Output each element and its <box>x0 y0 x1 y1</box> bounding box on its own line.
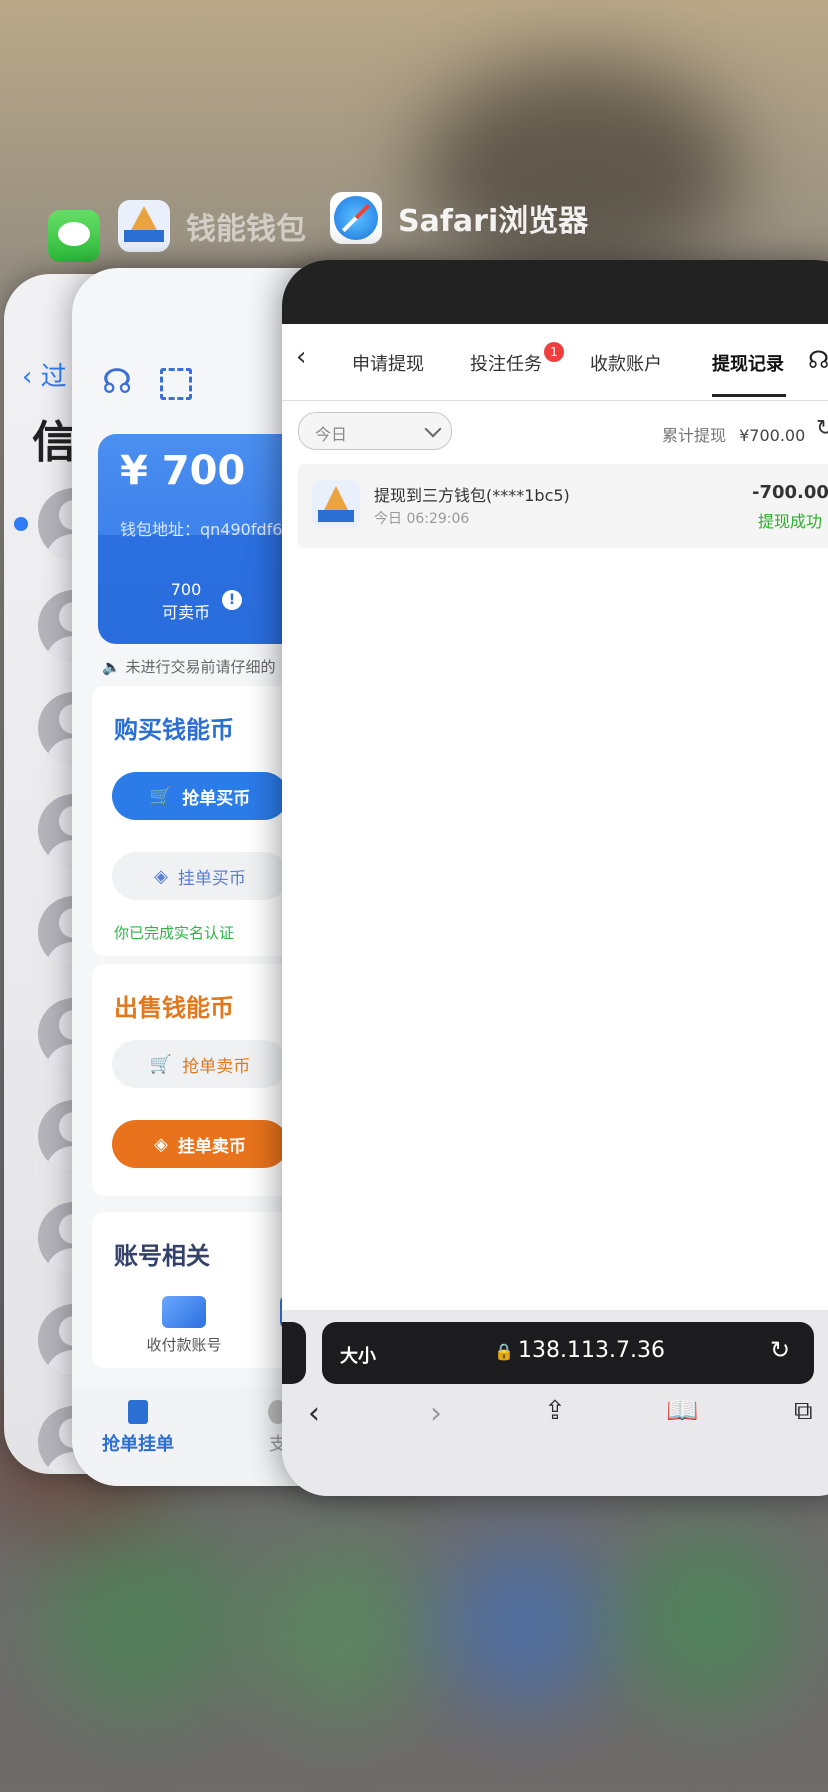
record-amount: -700.00 <box>752 482 828 503</box>
previous-tab-preview[interactable] <box>282 1322 306 1384</box>
unread-dot <box>14 517 28 531</box>
task-badge: 1 <box>544 342 564 362</box>
record-status: 提现成功 <box>758 512 823 531</box>
cart-icon: 🛒 <box>149 1053 173 1075</box>
tabs-icon[interactable]: ⧉ <box>794 1396 813 1427</box>
record-time: 今日 06:29:06 <box>374 511 470 527</box>
notice-text: 未进行交易前请仔细的 <box>125 658 276 676</box>
info-icon[interactable]: ! <box>222 590 242 610</box>
messages-back-button[interactable]: ‹ 过 <box>22 356 67 393</box>
total-withdraw: 累计提现 ¥700.00 <box>662 422 805 446</box>
balance-amount: ¥ 700 <box>120 448 246 494</box>
coin-icon: ◈ <box>154 1133 168 1155</box>
url-text: 138.113.7.36 <box>518 1338 665 1363</box>
tab-apply-withdraw[interactable]: 申请提现 <box>352 350 424 376</box>
grab-sell-label: 抢单卖币 <box>182 1056 251 1077</box>
withdraw-record-row[interactable]: 提现到三方钱包(****1bc5) 今日 06:29:06 -700.00 提现… <box>298 464 828 548</box>
wallet-app-name: 钱能钱包 <box>186 212 306 247</box>
wallet-app-label[interactable]: 钱能钱包 <box>118 200 306 252</box>
headset-icon[interactable]: ☊ <box>808 346 828 374</box>
reload-icon[interactable]: ↻ <box>770 1336 790 1364</box>
speaker-icon: 🔈 <box>102 658 121 676</box>
back-label: 过 <box>40 362 67 392</box>
page-back-button[interactable]: ‹ <box>296 342 306 372</box>
wallpaper-blob <box>420 60 740 280</box>
text-size-button[interactable]: 大小 <box>340 1342 376 1368</box>
sellable-amount: 700 <box>170 580 202 599</box>
chevron-left-icon: ‹ <box>22 362 33 392</box>
total-value: ¥700.00 <box>739 426 806 445</box>
wallpaper-blob <box>40 1520 240 1720</box>
safari-app-label[interactable]: Safari浏览器 <box>330 192 588 244</box>
nav-grab-post-label: 抢单挂单 <box>102 1434 174 1455</box>
customer-service-icon[interactable]: ☊ <box>102 362 132 402</box>
post-buy-button[interactable]: ◈ 挂单买币 <box>112 852 288 900</box>
nav-grab-post[interactable]: 抢单挂单 <box>102 1400 174 1456</box>
grab-buy-button[interactable]: 🛒 抢单买币 <box>112 772 288 820</box>
tab-betting-task[interactable]: 投注任务 <box>470 350 542 376</box>
grab-sell-button[interactable]: 🛒 抢单卖币 <box>112 1040 288 1088</box>
date-filter-select[interactable]: 今日 <box>298 412 452 450</box>
post-sell-button[interactable]: ◈ 挂单卖币 <box>112 1120 288 1168</box>
record-title: 提现到三方钱包(****1bc5) <box>374 486 570 505</box>
wallpaper-blob <box>440 1540 610 1710</box>
lock-icon: 🔒 <box>494 1342 514 1361</box>
sellable-label: 可卖币 <box>162 603 211 622</box>
sell-title: 出售钱能币 <box>114 994 234 1022</box>
back-arrow-icon[interactable]: ‹ <box>308 1396 320 1431</box>
active-tab-indicator <box>712 394 786 397</box>
safari-toolbar: 大小 🔒 138.113.7.36 ↻ ‹ › ⇪ 📖 ⧉ <box>282 1310 828 1496</box>
tab-withdraw-records[interactable]: 提现记录 <box>712 350 784 376</box>
scan-icon[interactable] <box>160 368 192 400</box>
verified-text: 你已完成实名认证 <box>114 924 235 942</box>
forward-arrow-icon[interactable]: › <box>430 1396 442 1431</box>
post-sell-label: 挂单卖币 <box>177 1136 246 1157</box>
grab-buy-label: 抢单买币 <box>182 788 251 809</box>
post-buy-label: 挂单买币 <box>177 868 246 889</box>
share-icon[interactable]: ⇪ <box>544 1396 566 1426</box>
tab-receiving-account[interactable]: 收款账户 <box>590 350 662 376</box>
wallet-address: 钱包地址：qn490fdf6 <box>120 520 283 539</box>
payment-account-shortcut[interactable]: 收付款账号 <box>122 1296 246 1355</box>
buy-title: 购买钱能币 <box>114 716 234 744</box>
total-label: 累计提现 <box>662 426 727 445</box>
address-bar[interactable]: 大小 🔒 138.113.7.36 ↻ <box>322 1322 814 1384</box>
account-title: 账号相关 <box>114 1242 210 1270</box>
coin-icon: ◈ <box>154 865 168 887</box>
wallpaper-blob <box>250 1540 430 1720</box>
clipboard-icon <box>128 1400 148 1424</box>
wallpaper-blob <box>620 1530 800 1710</box>
card-icon <box>162 1296 206 1328</box>
safari-compass-icon <box>330 192 382 244</box>
safari-status-area <box>282 260 828 324</box>
safari-app-name: Safari浏览器 <box>398 204 589 239</box>
wallet-app-icon <box>118 200 170 252</box>
messages-app-label[interactable] <box>48 210 116 262</box>
bookmarks-icon[interactable]: 📖 <box>666 1396 698 1426</box>
sellable-block: 700 可卖币 <box>162 580 210 623</box>
payment-account-label: 收付款账号 <box>146 1336 222 1354</box>
messages-icon <box>48 210 100 262</box>
chevron-down-icon <box>424 420 442 438</box>
date-filter-value: 今日 <box>315 425 348 444</box>
messages-title: 信 <box>32 417 76 468</box>
wallet-logo-icon <box>312 480 360 528</box>
cart-icon: 🛒 <box>149 785 173 807</box>
notice-bar: 🔈 未进行交易前请仔细的 <box>102 656 275 677</box>
refresh-icon[interactable]: ↻ <box>816 416 828 441</box>
page-tab-bar: ‹ 申请提现 投注任务 1 收款账户 提现记录 ☊ <box>282 324 828 401</box>
safari-app-card[interactable]: ‹ 申请提现 投注任务 1 收款账户 提现记录 ☊ 今日 累计提现 ¥700.0… <box>282 260 828 1496</box>
